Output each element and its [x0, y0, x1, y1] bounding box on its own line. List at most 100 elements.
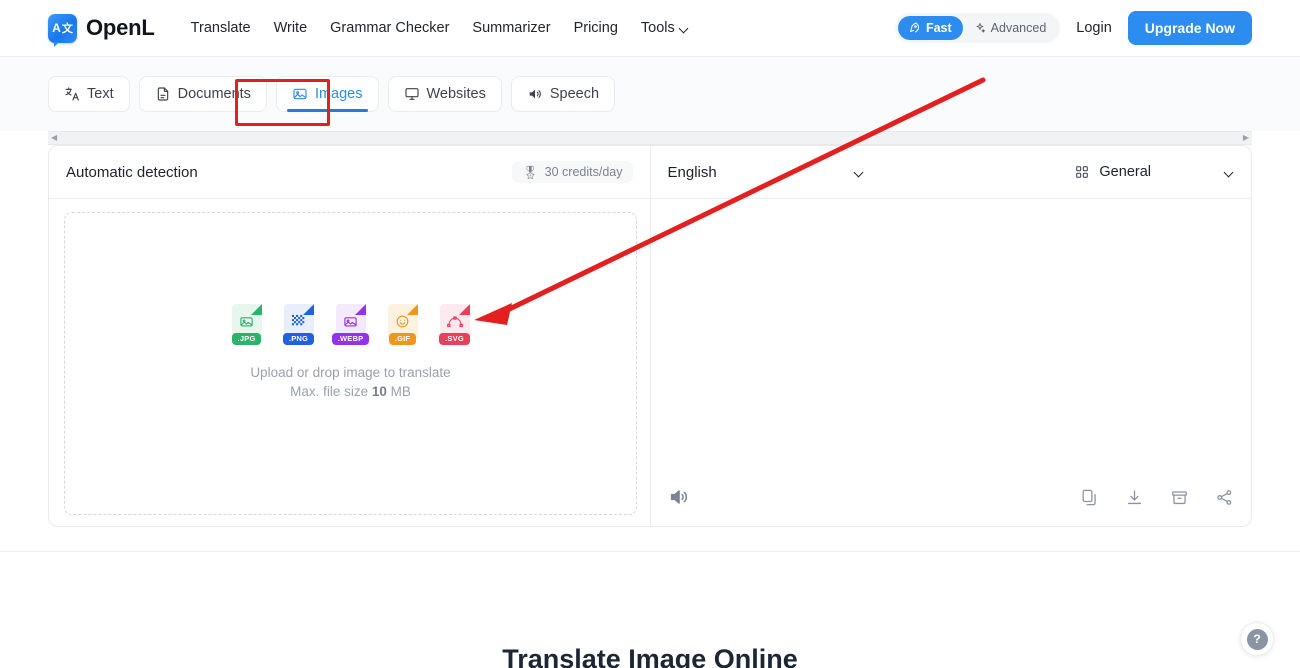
horizontal-scrollbar[interactable]: ◀ ▶ [48, 131, 1252, 145]
target-language-label: English [667, 163, 717, 181]
document-icon [157, 87, 168, 101]
nav-item-tools[interactable]: Tools [641, 20, 689, 36]
brand-name: OpenL [86, 15, 155, 40]
copy-icon [1082, 489, 1096, 505]
speaker-icon [529, 89, 541, 99]
chevron-down-icon [1225, 168, 1234, 177]
tab-label: Documents [177, 86, 251, 102]
tab-label: Images [314, 86, 363, 102]
rocket-icon [909, 22, 919, 33]
target-language-selector[interactable]: English [668, 164, 864, 181]
filetype-label: .JPG [231, 332, 262, 346]
page-fold-icon [458, 303, 470, 315]
header-actions: Fast Advanced Login Upgrade Now [894, 11, 1252, 45]
main-nav: Translate Write Grammar Checker Summariz… [191, 20, 689, 36]
source-language-selector[interactable]: Automatic detection [66, 164, 198, 181]
nav-item-write[interactable]: Write [274, 20, 308, 36]
tab-label: Speech [549, 86, 600, 102]
tab-images[interactable]: Images [275, 76, 379, 112]
filetype-svg: .SVG [434, 303, 476, 346]
logo-letter-a: A [52, 21, 61, 35]
speaker-icon [670, 490, 687, 504]
archive-button[interactable] [1170, 488, 1189, 507]
tab-label: Text [87, 86, 114, 102]
page-fold-icon [406, 303, 418, 315]
logo-letter-cjk: 文 [61, 23, 73, 35]
page-fold-icon [250, 303, 262, 315]
scroll-right-arrow[interactable]: ▶ [1243, 134, 1249, 142]
speak-button[interactable] [668, 486, 690, 508]
nav-label: Write [273, 20, 308, 36]
image-dropzone[interactable]: .JPG .PNG .WEBP .GIF .SVG Upload or drop… [64, 212, 637, 515]
mode-tabs: Text Documents Images Websites Speech [0, 57, 1300, 131]
tab-websites[interactable]: Websites [387, 76, 502, 112]
tab-documents[interactable]: Documents [138, 76, 267, 112]
translation-panels: Automatic detection 🎖 30 credits/day .JP… [48, 145, 1252, 527]
openl-logo-icon: A 文 [48, 13, 77, 47]
category-selector[interactable]: General [1074, 164, 1234, 180]
target-actions [1080, 488, 1234, 507]
sparkles-icon [976, 23, 985, 33]
copy-button[interactable] [1080, 488, 1099, 507]
nav-label: Summarizer [472, 20, 551, 36]
chevron-down-icon [680, 24, 689, 33]
target-panel: English General [650, 146, 1252, 526]
mode-toggle: Fast Advanced [894, 13, 1061, 43]
site-header: A 文 OpenL Translate Write Grammar Checke… [0, 0, 1300, 57]
target-panel-footer [651, 468, 1252, 526]
monitor-icon [404, 88, 419, 100]
filetype-label: .GIF [388, 332, 417, 346]
login-button[interactable]: Login [1076, 20, 1111, 36]
filetype-webp: .WEBP [330, 303, 372, 346]
share-button[interactable] [1215, 488, 1234, 507]
nav-item-translate[interactable]: Translate [191, 20, 251, 36]
bezier-curve-glyph-icon [446, 316, 463, 327]
tab-active-underline [286, 109, 368, 112]
upload-instruction: Upload or drop image to translate [250, 365, 451, 381]
source-panel: Automatic detection 🎖 30 credits/day .JP… [49, 146, 651, 526]
page-root: A 文 OpenL Translate Write Grammar Checke… [0, 0, 1300, 668]
filetype-jpg: .JPG [226, 303, 268, 346]
filetype-label: .SVG [439, 332, 470, 346]
translate-icon [65, 87, 79, 101]
image-glyph-icon [240, 317, 253, 327]
tab-text[interactable]: Text [48, 76, 130, 112]
filetype-icons: .JPG .PNG .WEBP .GIF .SVG [226, 303, 476, 346]
nav-label: Pricing [573, 20, 618, 36]
download-button[interactable] [1125, 488, 1144, 507]
mode-advanced-button[interactable]: Advanced [963, 16, 1058, 40]
max-filesize-value: 10 [371, 384, 387, 400]
max-filesize-suffix: MB [386, 384, 411, 400]
chevron-down-icon [855, 168, 864, 177]
section-heading: Translate Image Online [502, 644, 798, 668]
filetype-label: .WEBP [331, 332, 370, 346]
checker-glyph-icon [291, 315, 305, 326]
category-label: General [1099, 164, 1151, 180]
smiley-glyph-icon [396, 315, 409, 328]
max-filesize-line: Max. file size 10 MB [250, 384, 450, 399]
image-icon [293, 88, 307, 100]
download-icon [1127, 490, 1142, 504]
source-panel-header: Automatic detection 🎖 30 credits/day [49, 146, 650, 199]
filetype-gif: .GIF [382, 303, 424, 346]
target-panel-header: English General [650, 146, 1251, 199]
filetype-png: .PNG [278, 303, 320, 346]
medal-icon: 🎖 [522, 164, 539, 180]
page-fold-icon [302, 303, 314, 315]
credits-badge[interactable]: 🎖 30 credits/day [512, 161, 633, 183]
nav-item-grammar-checker[interactable]: Grammar Checker [330, 20, 449, 36]
image-glyph-icon [344, 317, 357, 327]
mode-fast-label: Fast [925, 21, 952, 35]
filetype-label: .PNG [282, 332, 315, 346]
scroll-left-arrow[interactable]: ◀ [51, 134, 57, 142]
brand-logo[interactable]: A 文 OpenL [48, 13, 155, 47]
help-button[interactable]: ? [1240, 622, 1274, 656]
mode-fast-button[interactable]: Fast [897, 16, 963, 40]
tab-label: Websites [426, 86, 486, 102]
nav-item-pricing[interactable]: Pricing [574, 20, 618, 36]
upgrade-now-button[interactable]: Upgrade Now [1127, 11, 1252, 45]
grid-icon [1076, 166, 1089, 178]
tab-speech[interactable]: Speech [510, 76, 616, 112]
nav-item-summarizer[interactable]: Summarizer [472, 20, 550, 36]
archive-icon [1172, 490, 1187, 504]
